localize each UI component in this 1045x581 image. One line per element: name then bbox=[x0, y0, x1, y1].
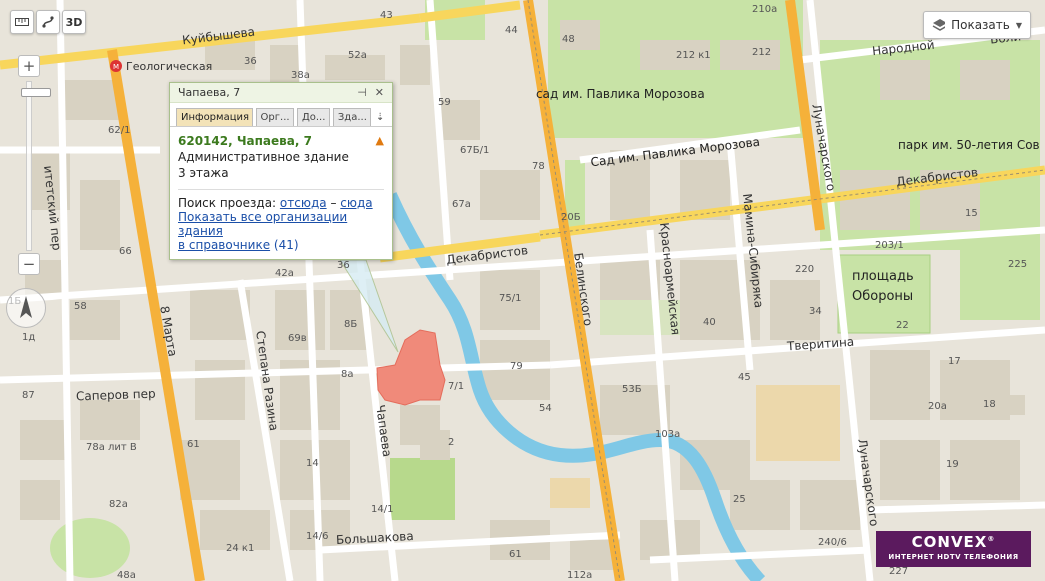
info-balloon: Чапаева, 7 ⊣ ✕ Информация Орг... До... З… bbox=[169, 82, 393, 260]
org-count: (41) bbox=[273, 238, 299, 252]
view-3d-button[interactable]: 3D bbox=[62, 10, 86, 34]
ruler-icon bbox=[15, 18, 29, 26]
zoom-slider-thumb[interactable] bbox=[21, 88, 51, 97]
warning-icon[interactable]: ▲ bbox=[376, 134, 384, 148]
building-type: Административное здание bbox=[178, 150, 349, 164]
svg-text:М: М bbox=[113, 63, 119, 71]
layers-label: Показать bbox=[951, 18, 1010, 32]
balloon-tabs: Информация Орг... До... Зда... ⇣ bbox=[170, 103, 392, 127]
balloon-address: 620142, Чапаева, 7 bbox=[178, 134, 312, 148]
show-all-row: Показать все организации здания bbox=[178, 210, 384, 238]
route-to-link[interactable]: сюда bbox=[340, 196, 372, 210]
balloon-header: Чапаева, 7 ⊣ ✕ bbox=[170, 83, 392, 103]
close-icon[interactable]: ✕ bbox=[375, 86, 384, 99]
route-row: Поиск проезда: отсюда – сюда bbox=[178, 196, 384, 210]
tab-info[interactable]: Информация bbox=[176, 108, 253, 126]
layers-icon bbox=[932, 19, 946, 31]
zoom-in-button[interactable]: + bbox=[18, 55, 40, 77]
convex-logo[interactable]: CONVEX® ИНТЕРНЕТ HDTV ТЕЛЕФОНИЯ bbox=[876, 531, 1031, 567]
tabs-more-button[interactable]: ⇣ bbox=[374, 108, 386, 126]
balloon-body: 620142, Чапаева, 7 ▲ Административное зд… bbox=[170, 127, 392, 259]
tab-building[interactable]: Зда... bbox=[332, 108, 372, 126]
compass-control[interactable] bbox=[6, 288, 46, 328]
building-floors: 3 этажа bbox=[178, 166, 229, 180]
pin-icon[interactable]: ⊣ bbox=[357, 86, 367, 99]
layers-button[interactable]: Показать ▼ bbox=[923, 11, 1031, 39]
map[interactable]: М Куйбышева Народной Воли 8 Марта Степан… bbox=[0, 0, 1045, 581]
map-toolbar: 3D bbox=[10, 10, 86, 34]
routing-icon bbox=[42, 16, 54, 28]
route-label: Поиск проезда: bbox=[178, 196, 277, 210]
balloon-title: Чапаева, 7 bbox=[178, 86, 241, 99]
route-dash: – bbox=[330, 196, 337, 210]
zoom-slider[interactable] bbox=[21, 81, 51, 251]
tab-organizations[interactable]: Орг... bbox=[255, 108, 294, 126]
directory-row: в справочнике (41) bbox=[178, 238, 384, 252]
chevron-down-icon: ▼ bbox=[1015, 20, 1022, 30]
compass-arrow-icon bbox=[20, 296, 32, 318]
logo-name: CONVEX® bbox=[911, 533, 996, 551]
zoom-out-button[interactable]: − bbox=[18, 253, 40, 275]
show-all-orgs-link[interactable]: Показать все организации здания bbox=[178, 210, 347, 238]
directory-link[interactable]: в справочнике bbox=[178, 238, 270, 252]
minus-icon: − bbox=[22, 255, 36, 273]
tab-more-1[interactable]: До... bbox=[296, 108, 330, 126]
plus-icon: + bbox=[22, 57, 36, 75]
ruler-button[interactable] bbox=[10, 10, 34, 34]
zoom-control: + − bbox=[18, 55, 51, 280]
route-from-link[interactable]: отсюда bbox=[280, 196, 327, 210]
balloon-divider bbox=[178, 189, 384, 190]
logo-tagline: ИНТЕРНЕТ HDTV ТЕЛЕФОНИЯ bbox=[888, 553, 1019, 561]
routing-button[interactable] bbox=[36, 10, 60, 34]
balloon-address-row: 620142, Чапаева, 7 ▲ bbox=[178, 134, 384, 148]
map-canvas[interactable]: М bbox=[0, 0, 1045, 581]
